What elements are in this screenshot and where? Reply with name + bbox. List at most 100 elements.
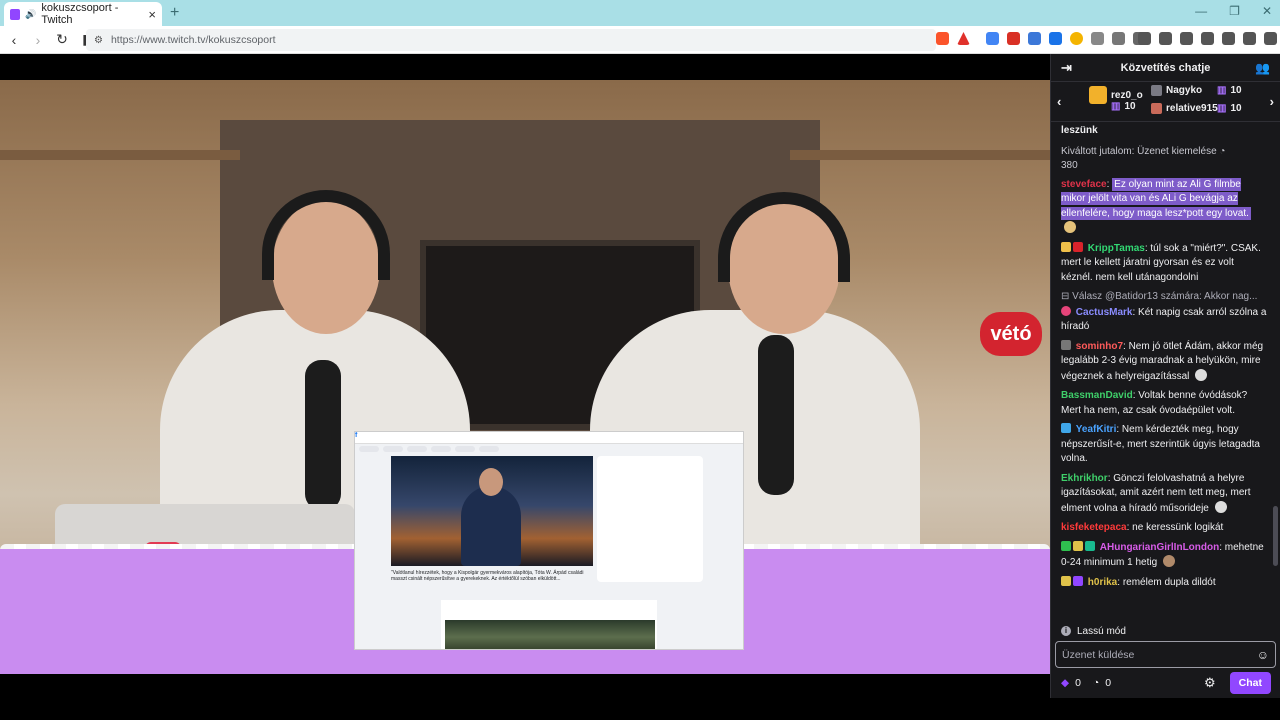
sidebar-icon[interactable] <box>1180 32 1193 45</box>
extension-user-icon[interactable] <box>1028 32 1041 45</box>
chat-message: Ekhrikhor: Gönczi felolvashatná a helyre… <box>1061 472 1251 514</box>
emote-icon <box>1195 368 1208 381</box>
shelf-right <box>790 150 1050 160</box>
sub-gift-icon: ▥ <box>1111 101 1121 112</box>
gift-user: relative915 <box>1166 103 1218 114</box>
chat-message: YeafKitri: Nem kérdezték meg, hogy népsz… <box>1061 423 1260 464</box>
badge-icon <box>1061 423 1071 433</box>
extension-color-icon[interactable] <box>1070 32 1083 45</box>
collapse-chat-icon[interactable]: ⇥ <box>1061 60 1072 76</box>
chat-message: KrippTamas: túl sok a "miért?". CSAK. me… <box>1061 241 1261 283</box>
sub-gift-icon: ▥ <box>1217 103 1227 114</box>
chat-message: h0rika: remélem dupla dildót <box>1061 575 1267 591</box>
badge-icon <box>1061 575 1071 586</box>
chat-send-button[interactable]: Chat <box>1229 672 1271 694</box>
extension-x-icon[interactable] <box>1007 32 1020 45</box>
scrollbar-thumb[interactable] <box>1273 506 1278 566</box>
emote-icon <box>1064 221 1076 233</box>
chat-scrollbar[interactable] <box>1273 126 1278 606</box>
audio-icon[interactable]: 🔊 <box>25 9 36 20</box>
gift-count: ▥ 10 <box>1217 103 1242 114</box>
media-icon[interactable] <box>1159 32 1172 45</box>
vpn-icon[interactable] <box>1243 32 1256 45</box>
translate-icon[interactable] <box>986 32 999 45</box>
site-settings-icon[interactable]: ⚙ <box>94 35 103 46</box>
back-icon[interactable]: ‹ <box>4 32 24 48</box>
slow-mode-notice: i Lassú mód <box>1051 622 1280 640</box>
brave-shield-icon[interactable] <box>936 32 949 45</box>
gift-count: ▥ 10 <box>1217 85 1242 96</box>
chat-message: CactusMark: Két napig csak arról szólna … <box>1061 305 1267 332</box>
restore-button[interactable]: ❐ <box>1229 4 1240 18</box>
chat-username[interactable]: KrippTamas <box>1088 243 1145 254</box>
community-icon[interactable]: 👥 <box>1255 61 1270 75</box>
chat-message: sominho7: Nem jó ötlet Ádám, akkor még l… <box>1061 339 1264 382</box>
screen-share-overlay: f "Valótlanul hírezzétek, hogy a Kispolg… <box>354 431 744 650</box>
gift-entry: Nagyko <box>1151 85 1202 96</box>
gift-box-icon <box>1089 86 1107 104</box>
news-anchor-body <box>461 486 521 566</box>
avatar <box>1151 85 1162 96</box>
gift-user: rez0_o <box>1111 89 1143 101</box>
extension-shield-icon[interactable] <box>1049 32 1062 45</box>
chat-username[interactable]: h0rika <box>1088 577 1117 588</box>
leaderboard-next-icon[interactable]: › <box>1270 94 1274 109</box>
microphone-right <box>758 335 794 495</box>
chat-username[interactable]: kisfeketepaca <box>1061 522 1127 533</box>
chat-message: AHungarianGirlInLondon: mehetne 0-24 min… <box>1061 540 1264 568</box>
menu-icon[interactable] <box>1264 32 1277 45</box>
chat-username[interactable]: steveface <box>1061 179 1107 190</box>
share-tabs <box>359 446 499 452</box>
chat-messages: leszünk Kiváltott jutalom: Üzenet kiemel… <box>1051 124 1273 614</box>
share-caption: "Valótlanul hírezzétek, hogy a Kispolgár… <box>391 570 584 582</box>
chat-username[interactable]: AHungarianGirlInLondon <box>1100 542 1219 553</box>
emote-picker-icon[interactable]: ☺ <box>1257 648 1269 662</box>
badge-icon <box>1061 339 1071 350</box>
close-window-button[interactable]: ✕ <box>1262 4 1272 18</box>
share-second-post <box>441 600 657 649</box>
microphone-left <box>305 360 341 510</box>
chat-reply-context[interactable]: ⊟ Válasz @Batidor13 számára: Akkor nag..… <box>1061 290 1267 305</box>
sub-gift-icon: ▥ <box>1217 85 1227 96</box>
channel-points-icon[interactable]: ◔ <box>1093 677 1099 689</box>
twitch-favicon-icon <box>10 8 21 20</box>
chat-settings-gear-icon[interactable]: ⚙ <box>1204 675 1216 691</box>
badge-icon <box>1061 241 1071 252</box>
chat-message: steveface: Ez olyan mint az Ali G filmbe… <box>1061 177 1267 237</box>
chat-username[interactable]: CactusMark <box>1076 307 1133 318</box>
download-icon[interactable] <box>1138 32 1151 45</box>
leo-icon[interactable] <box>1222 32 1235 45</box>
browser-tabbar: 🔊 kokuszcsoport - Twitch × + — ❐ ✕ <box>0 0 1280 26</box>
new-tab-button[interactable]: + <box>170 4 179 22</box>
browser-tab[interactable]: 🔊 kokuszcsoport - Twitch × <box>4 2 162 26</box>
chat-footer: ◆ 0 ◔ 0 ⚙ Chat <box>1051 670 1280 696</box>
browser-toolbar: ‹ › ↻ ▮ ⚙ https://www.twitch.tv/kokuszcs… <box>0 26 1280 625</box>
video-player[interactable]: vétó f "Valótlanul hírezzétek, hogy a Ki… <box>0 54 1050 674</box>
badge-icon <box>1085 540 1095 551</box>
facebook-icon: f <box>355 432 358 439</box>
channel-point-reward: Kiváltott jutalom: Üzenet kiemelése ◔ 38… <box>1061 145 1267 174</box>
chat-username[interactable]: YeafKitri <box>1076 424 1117 435</box>
tab-title: kokuszcsoport - Twitch <box>41 2 119 26</box>
wallet-icon[interactable] <box>1201 32 1214 45</box>
reload-icon[interactable]: ↻ <box>52 31 72 48</box>
veto-sign: vétó <box>980 312 1042 356</box>
chat-username[interactable]: BassmanDavid <box>1061 390 1133 401</box>
close-tab-icon[interactable]: × <box>148 7 156 22</box>
address-bar[interactable]: ⚙ https://www.twitch.tv/kokuszcsoport ⇪ <box>86 29 936 625</box>
extension-puzzle-icon[interactable] <box>1091 32 1104 45</box>
leaderboard-prev-icon[interactable]: ‹ <box>1057 94 1061 109</box>
forest-thumbnail <box>445 620 655 649</box>
extension-box-icon[interactable] <box>1112 32 1125 45</box>
chat-input[interactable]: Üzenet küldése ☺ <box>1055 641 1276 668</box>
info-icon[interactable]: i <box>1061 626 1071 636</box>
forward-icon[interactable]: › <box>28 32 48 48</box>
minimize-button[interactable]: — <box>1195 4 1207 18</box>
bits-icon[interactable]: ◆ <box>1061 677 1069 689</box>
chat-username[interactable]: Ekhrikhor <box>1061 473 1108 484</box>
rewards-icon[interactable] <box>957 32 970 45</box>
chat-username[interactable]: sominho7 <box>1076 341 1123 352</box>
chat-text: remélem dupla dildót <box>1122 576 1216 588</box>
gift-entry: relative915 <box>1151 103 1218 114</box>
gift-leaderboard: ‹ rez0_o ▥ 10 Nagyko ▥ 10 relative915 ▥ … <box>1051 82 1280 122</box>
